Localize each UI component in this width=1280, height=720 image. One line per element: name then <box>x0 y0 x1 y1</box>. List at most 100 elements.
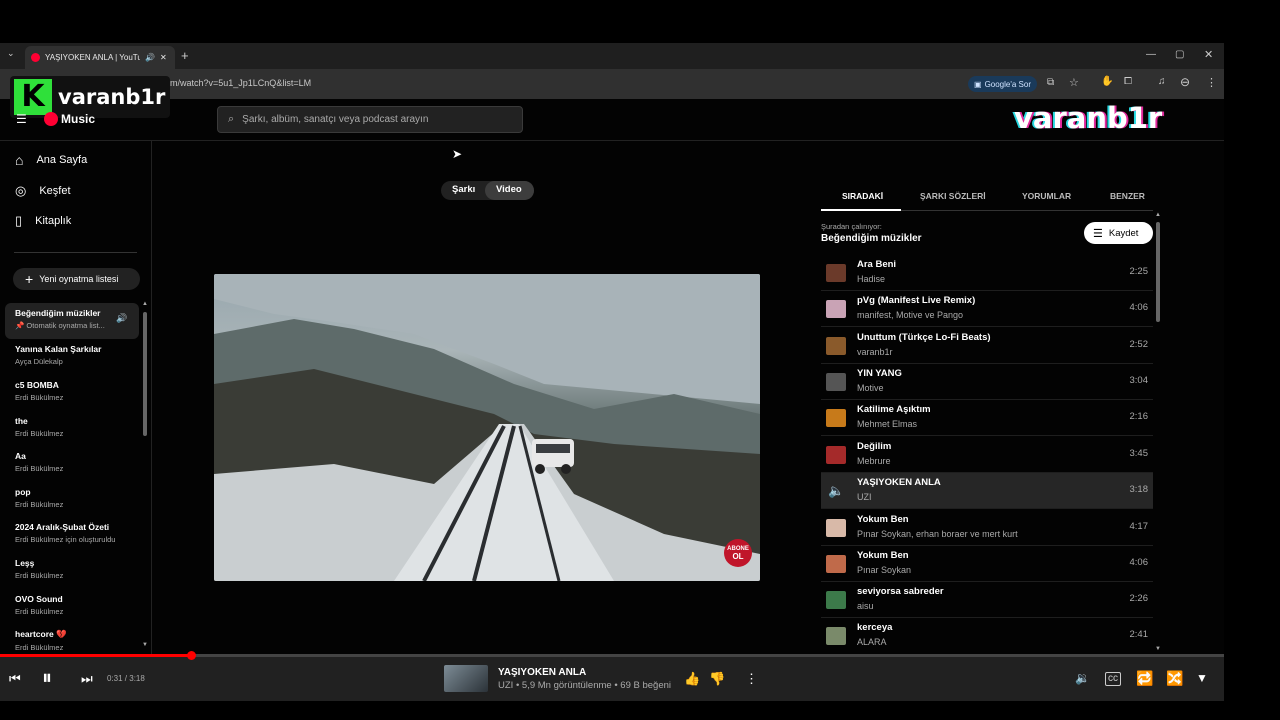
queue-row[interactable]: seviyorsa sabreder aisu 2:26 <box>821 582 1153 618</box>
search-input[interactable]: ⌕ Şarkı, albüm, sanatçı veya podcast ara… <box>217 106 523 133</box>
nav-explore[interactable]: ◎ Keşfet <box>15 183 71 199</box>
queue-row[interactable]: Ara Beni Hadise 2:25 <box>821 255 1153 291</box>
extensions-puzzle-icon[interactable]: ⧠ <box>1124 76 1132 87</box>
url-text[interactable]: m/watch?v=5u1_Jp1LCnQ&list=LM <box>170 78 311 88</box>
tab-list-chevron-icon[interactable]: ⌄ <box>7 48 15 59</box>
progress-fill <box>0 654 191 657</box>
playlist-subtitle: Ayça Dülekalp <box>15 357 63 366</box>
queue-artist: ALARA <box>857 637 887 647</box>
repeat-icon[interactable]: 🔁 <box>1136 670 1153 687</box>
queue-artist: Mebrure <box>857 456 891 466</box>
queue-artist: Hadise <box>857 274 886 284</box>
pause-icon[interactable]: ⏸ <box>42 667 52 690</box>
next-track-icon[interactable]: ⏭ <box>81 671 93 687</box>
toggle-video[interactable]: Video <box>496 184 522 195</box>
minimize-icon[interactable]: — <box>1146 49 1156 60</box>
browser-menu-icon[interactable]: ⋮ <box>1206 76 1217 89</box>
maximize-icon[interactable]: ▢ <box>1175 49 1184 60</box>
queue-row[interactable]: Değilim Mebrure 3:45 <box>821 437 1153 473</box>
playlist-item[interactable]: c5 BOMBA Erdi Bükülmez <box>15 380 135 402</box>
browser-tab[interactable]: YAŞIYOKEN ANLA | YouTube 🔊 ✕ <box>25 46 175 69</box>
ask-google-button[interactable]: ▣ Google'a Sor <box>968 76 1038 92</box>
sidebar-scrollbar[interactable] <box>143 312 147 436</box>
playlist-item[interactable]: heartcore 💔 Erdi Bükülmez <box>15 629 135 652</box>
video-frame <box>214 274 760 581</box>
hamburger-menu-icon[interactable]: ☰ <box>16 112 27 126</box>
previous-track-icon[interactable]: ⏮ <box>9 671 21 687</box>
tab-comments[interactable]: YORUMLAR <box>1022 191 1071 201</box>
captions-icon[interactable]: cc <box>1105 672 1121 686</box>
nav-home[interactable]: ⌂ Ana Sayfa <box>15 152 87 168</box>
volume-icon[interactable]: 🔉 <box>1075 671 1090 685</box>
tab-audio-icon[interactable]: 🔊 <box>145 53 155 62</box>
sidebar-scroll-up-icon[interactable]: ▲ <box>142 301 148 307</box>
nav-home-label: Ana Sayfa <box>36 154 88 166</box>
profile-icon[interactable]: ⊖ <box>1180 75 1190 89</box>
playlist-item[interactable]: Leşş Erdi Bükülmez <box>15 558 135 580</box>
bookmark-star-icon[interactable]: ☆ <box>1069 76 1079 89</box>
subscribe-badge-line2: OL <box>732 551 744 561</box>
new-tab-icon[interactable]: + <box>181 48 189 63</box>
tab-close-icon[interactable]: ✕ <box>160 53 167 62</box>
queue-duration: 2:25 <box>1129 266 1149 277</box>
active-tab-underline <box>821 209 901 211</box>
yt-music-logo[interactable]: Music <box>44 112 95 126</box>
playlist-item[interactable]: 2024 Aralık-Şubat Özeti Erdi Bükülmez içi… <box>15 522 135 544</box>
save-button[interactable]: ☰ Kaydet <box>1084 222 1153 244</box>
queue-title: YAŞIYOKEN ANLA <box>857 477 941 488</box>
toggle-song[interactable]: Şarkı <box>452 184 475 195</box>
expand-player-icon[interactable]: ▼ <box>1196 671 1208 685</box>
library-icon: ▯ <box>15 213 23 228</box>
playlist-item[interactable]: Yanına Kalan Şarkılar Ayça Dülekalp <box>15 344 135 366</box>
playlist-subtitle: Erdi Bükülmez <box>15 643 64 652</box>
playlist-subtitle: Erdi Bükülmez <box>15 571 64 580</box>
playlist-item[interactable]: Aa Erdi Bükülmez <box>15 451 135 473</box>
mouse-cursor-icon: ➤ <box>452 147 463 161</box>
video-player[interactable]: ABONE OL <box>214 274 760 581</box>
queue-row[interactable]: Katilime Aşıktım Mehmet Elmas 2:16 <box>821 400 1153 436</box>
queue-row[interactable]: Yokum Ben Pınar Soykan 4:06 <box>821 546 1153 582</box>
extension-icon[interactable]: ✋ <box>1101 76 1113 87</box>
queue-row[interactable]: YIN YANG Motive 3:04 <box>821 364 1153 400</box>
sidebar-scroll-down-icon[interactable]: ▼ <box>142 642 148 648</box>
queue-title: pVg (Manifest Live Remix) <box>857 295 976 306</box>
queue-artist: manifest, Motive ve Pango <box>857 310 964 320</box>
save-label: Kaydet <box>1108 227 1139 239</box>
new-playlist-button[interactable]: + Yeni oynatma listesi <box>13 268 140 290</box>
queue-row-now-playing[interactable]: 🔈 YAŞIYOKEN ANLA UZI 3:18 <box>821 473 1153 509</box>
queue-scroll-down-icon[interactable]: ▼ <box>1155 646 1161 652</box>
queue-source-name[interactable]: Beğendiğim müzikler <box>821 233 922 244</box>
nav-explore-label: Keşfet <box>39 185 71 197</box>
close-window-icon[interactable]: ✕ <box>1204 48 1213 61</box>
playlist-item[interactable]: pop Erdi Bükülmez <box>15 487 135 509</box>
queue-title: Değilim <box>857 441 892 452</box>
queue-row[interactable]: Yokum Ben Pınar Soykan, erhan boraer ve m… <box>821 510 1153 546</box>
playlist-item[interactable]: OVO Sound Erdi Bükülmez <box>15 594 135 616</box>
progress-knob[interactable] <box>187 651 196 660</box>
queue-scrollbar[interactable] <box>1156 222 1160 322</box>
nav-library-label: Kitaplık <box>35 215 72 227</box>
song-video-toggle[interactable]: Şarkı Video <box>441 181 534 200</box>
media-control-icon[interactable]: ♫ <box>1158 76 1166 87</box>
now-playing-meta[interactable]: UZI • 5,9 Mn görüntülenme • 69 B beğeni <box>498 680 671 691</box>
playlist-title: heartcore 💔 <box>15 629 67 639</box>
dislike-icon[interactable]: 👎 <box>709 671 725 687</box>
tab-up-next[interactable]: SIRADAKİ <box>842 191 883 201</box>
queue-row[interactable]: pVg (Manifest Live Remix) manifest, Motiv… <box>821 291 1153 327</box>
now-playing-title[interactable]: YAŞIYOKEN ANLA <box>498 667 586 678</box>
tab-related[interactable]: BENZER <box>1110 191 1145 201</box>
like-icon[interactable]: 👍 <box>684 671 700 687</box>
subscribe-badge[interactable]: ABONE OL <box>724 539 752 567</box>
nav-library[interactable]: ▯ Kitaplık <box>15 213 71 229</box>
install-app-icon[interactable]: ⧉ <box>1047 77 1054 88</box>
queue-scroll-up-icon[interactable]: ▲ <box>1155 212 1161 218</box>
queue-row[interactable]: kerceya ALARA 2:41 <box>821 618 1153 654</box>
queue-artist: aisu <box>857 601 874 611</box>
playlist-item[interactable]: the Erdi Bükülmez <box>15 416 135 438</box>
playlist-speaker-icon: 🔊 <box>116 313 128 323</box>
tab-lyrics[interactable]: ŞARKI SÖZLERİ <box>920 191 986 201</box>
queue-row[interactable]: Unuttum (Türkçe Lo-Fi Beats) varanb1r 2:52 <box>821 328 1153 364</box>
more-options-icon[interactable]: ⋮ <box>745 671 758 687</box>
shuffle-icon[interactable]: 🔀 <box>1166 670 1183 687</box>
playlist-subtitle: Erdi Bükülmez <box>15 607 64 616</box>
